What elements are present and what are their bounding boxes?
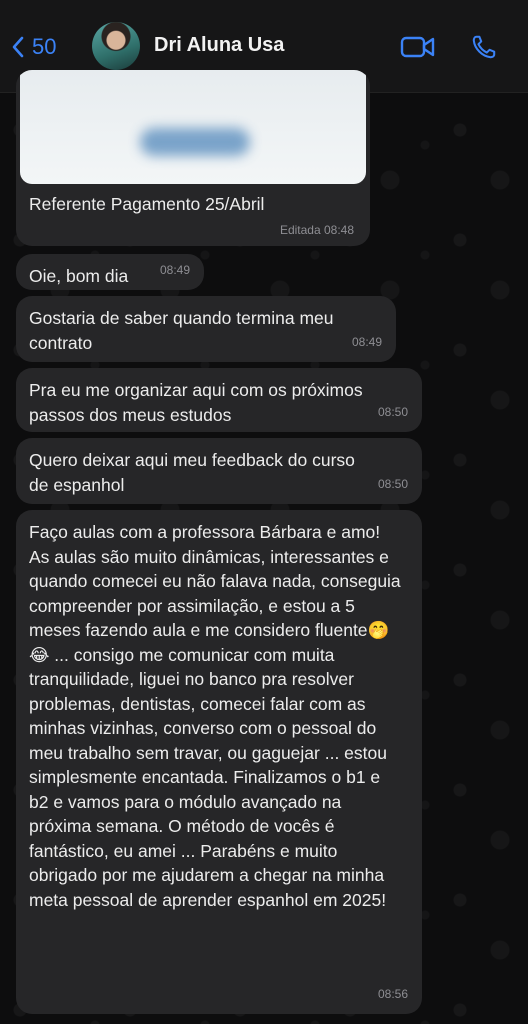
unread-count: 50: [32, 34, 57, 59]
contact-name[interactable]: Dri Aluna Usa: [154, 34, 284, 57]
message-time: 08:49: [159, 262, 190, 277]
message-time: 08:49: [351, 334, 382, 349]
message-time: 08:50: [377, 476, 408, 491]
image-message[interactable]: Referente Pagamento 25/Abril Editada 08:…: [16, 70, 370, 246]
message-bubble[interactable]: Pra eu me organizar aqui com os próximos…: [16, 368, 422, 432]
message-text: Faço aulas com a professora Bárbara e am…: [29, 522, 401, 910]
message-text: Oie, bom dia: [29, 266, 129, 286]
image-caption: Referente Pagamento 25/Abril: [29, 194, 265, 214]
message-bubble[interactable]: Quero deixar aqui meu feedback do curso …: [16, 438, 422, 504]
message-bubble[interactable]: Oie, bom dia 08:49: [16, 254, 204, 290]
video-call-icon[interactable]: [400, 34, 436, 60]
message-text: Gostaria de saber quando termina meu con…: [29, 308, 334, 353]
message-time: 08:56: [377, 986, 408, 1001]
message-bubble[interactable]: Faço aulas com a professora Bárbara e am…: [16, 510, 422, 1014]
message-text: Quero deixar aqui meu feedback do curso …: [29, 450, 355, 495]
message-text: Pra eu me organizar aqui com os próximos…: [29, 380, 363, 425]
chevron-left-icon: [12, 36, 24, 58]
message-time: 08:50: [377, 404, 408, 419]
message-time: Editada 08:48: [279, 223, 354, 237]
back-button[interactable]: 50: [10, 32, 56, 62]
receipt-image[interactable]: [20, 70, 366, 184]
message-bubble[interactable]: Gostaria de saber quando termina meu con…: [16, 296, 396, 362]
phone-icon[interactable]: [466, 34, 502, 60]
avatar[interactable]: [92, 22, 140, 70]
